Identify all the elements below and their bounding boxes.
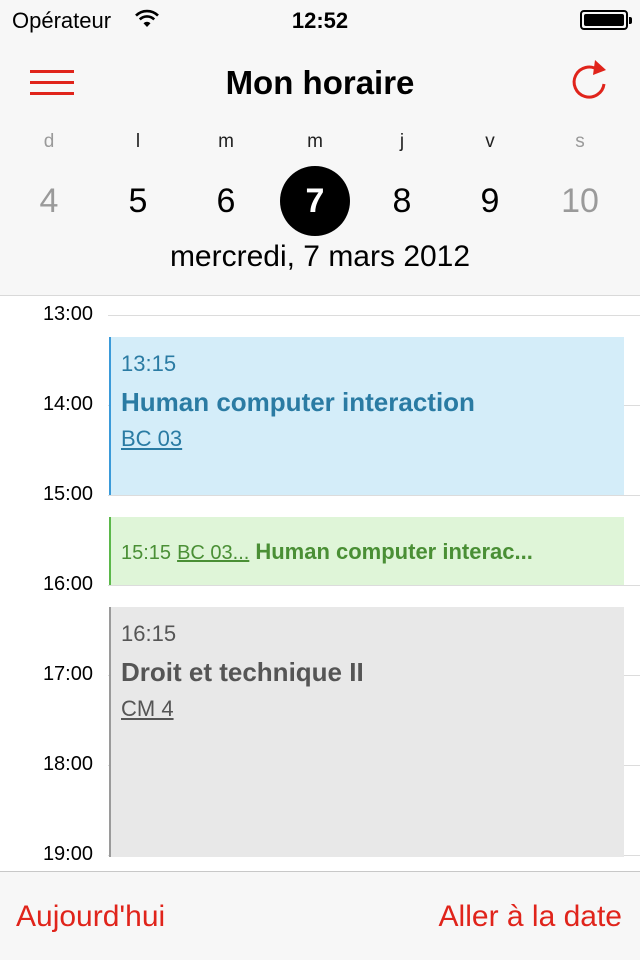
day-letter: j bbox=[399, 131, 405, 152]
day-thursday[interactable]: j 8 bbox=[362, 128, 442, 236]
event-room-link[interactable]: CM 4 bbox=[121, 696, 174, 722]
refresh-icon[interactable] bbox=[568, 58, 612, 106]
bottom-toolbar: Aujourd'hui Aller à la date bbox=[0, 871, 640, 960]
day-tuesday[interactable]: m 6 bbox=[186, 128, 266, 236]
day-letter: l bbox=[135, 131, 141, 152]
day-timeline[interactable]: 13:00 14:00 15:00 16:00 17:00 18:00 19:0… bbox=[0, 297, 640, 871]
selected-date-label: mercredi, 7 mars 2012 bbox=[169, 240, 471, 273]
event-title: Human computer interac... bbox=[255, 539, 533, 564]
day-number[interactable]: 5 bbox=[103, 166, 173, 236]
hour-label: 17:00 bbox=[42, 663, 93, 685]
hour-label: 19:00 bbox=[42, 843, 93, 865]
event-time: 13:15 bbox=[121, 351, 177, 376]
day-wednesday-selected[interactable]: m 7 bbox=[275, 128, 355, 236]
day-number[interactable]: 8 bbox=[367, 166, 437, 236]
hour-divider bbox=[108, 585, 640, 586]
day-number[interactable]: 4 bbox=[14, 166, 84, 236]
hour-label: 18:00 bbox=[42, 753, 93, 775]
day-letter: m bbox=[218, 131, 234, 152]
day-friday[interactable]: v 9 bbox=[450, 128, 530, 236]
navigation-bar: Mon horaire bbox=[0, 40, 640, 128]
day-letter: d bbox=[43, 131, 55, 152]
day-letter: s bbox=[575, 131, 585, 152]
battery-icon bbox=[580, 10, 632, 30]
day-number[interactable]: 6 bbox=[191, 166, 261, 236]
hour-label: 15:00 bbox=[42, 483, 93, 505]
page-title: Mon horaire bbox=[225, 64, 415, 101]
event-human-computer-interaction[interactable]: 13:15 Human computer interaction BC 03 bbox=[109, 337, 624, 495]
day-monday[interactable]: l 5 bbox=[98, 128, 178, 236]
hour-row: 19:00 bbox=[0, 843, 640, 871]
event-room-link[interactable]: BC 03... bbox=[177, 542, 249, 564]
day-number[interactable]: 10 bbox=[545, 166, 615, 236]
event-room-link[interactable]: BC 03 bbox=[121, 426, 182, 452]
go-to-date-button[interactable]: Aller à la date bbox=[439, 900, 622, 934]
event-time: 15:15 bbox=[121, 542, 172, 564]
hour-divider bbox=[108, 315, 640, 316]
event-human-computer-interaction-2[interactable]: 15:15 BC 03... Human computer interac... bbox=[109, 517, 624, 585]
day-letter: v bbox=[485, 131, 495, 152]
hour-label: 13:00 bbox=[42, 303, 93, 325]
selected-day-number[interactable]: 7 bbox=[280, 166, 350, 236]
day-letter: m bbox=[307, 131, 323, 152]
day-saturday[interactable]: s 10 bbox=[540, 128, 620, 236]
header: Opérateur 12:52 Mon horaire d 4 l 5 m 6 bbox=[0, 0, 640, 296]
day-number[interactable]: 9 bbox=[455, 166, 525, 236]
hour-label: 16:00 bbox=[42, 573, 93, 595]
hour-divider bbox=[108, 495, 640, 496]
status-bar: Opérateur 12:52 bbox=[0, 0, 640, 40]
status-time: 12:52 bbox=[291, 8, 349, 33]
event-droit-et-technique[interactable]: 16:15 Droit et technique II CM 4 bbox=[109, 607, 624, 857]
today-button[interactable]: Aujourd'hui bbox=[16, 900, 165, 934]
week-strip: d 4 l 5 m 6 m 7 j 8 v 9 s 10 bbox=[0, 128, 640, 238]
event-title: Droit et technique II bbox=[121, 657, 364, 687]
day-sunday[interactable]: d 4 bbox=[9, 128, 89, 236]
event-summary: 15:15 BC 03... Human computer interac... bbox=[121, 539, 624, 565]
event-title: Human computer interaction bbox=[121, 387, 475, 417]
hour-label: 14:00 bbox=[42, 393, 93, 415]
event-time: 16:15 bbox=[121, 621, 177, 646]
